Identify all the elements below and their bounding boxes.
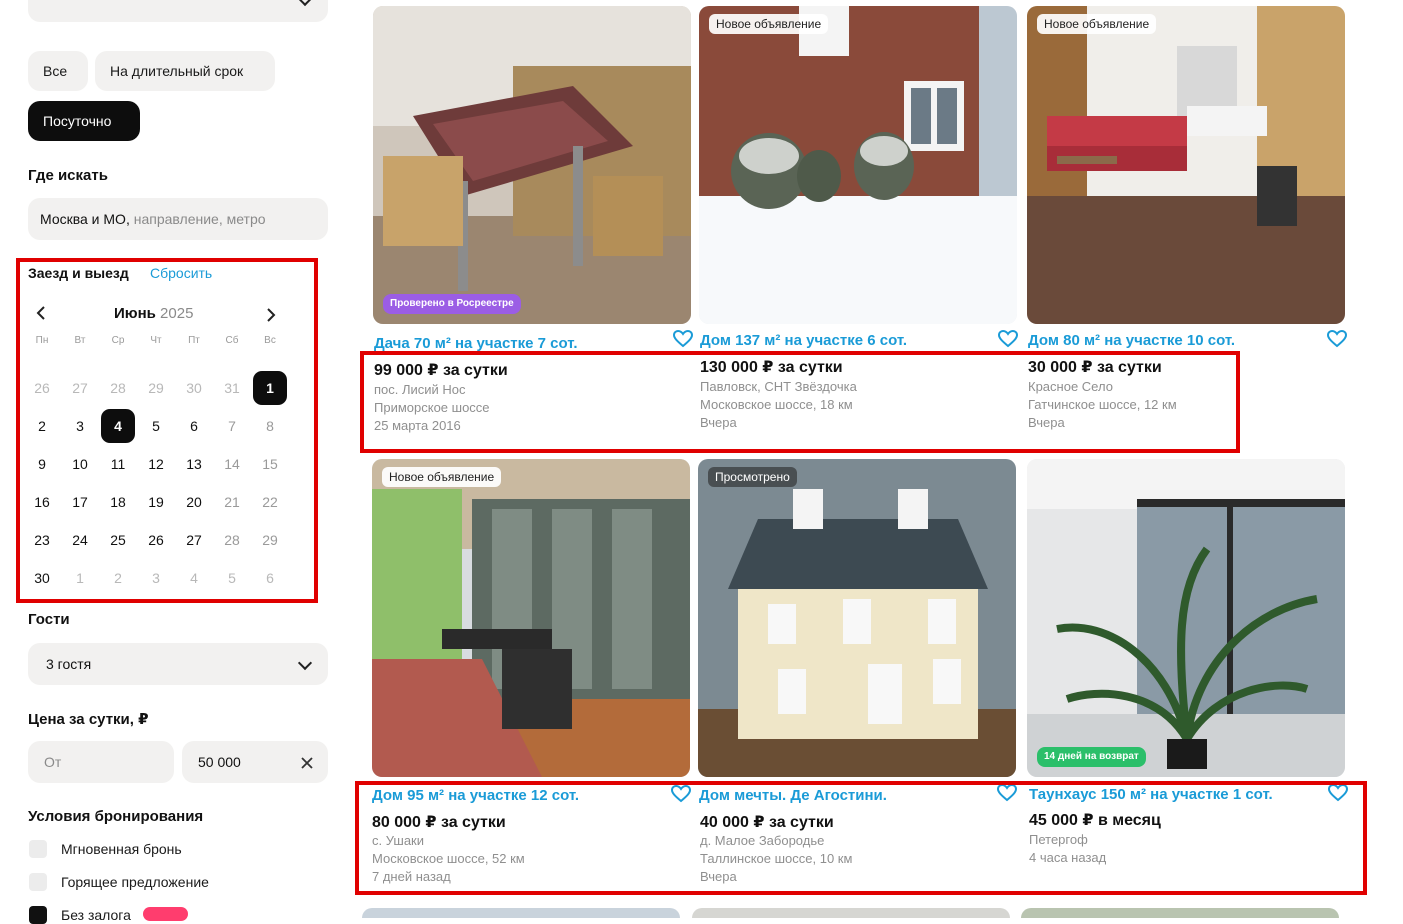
hot-offer-checkbox[interactable]	[29, 873, 47, 891]
price-title: Цена за сутки, ₽	[28, 711, 149, 728]
no-deposit-label: Без залога	[61, 907, 131, 923]
return-badge: 14 дней на возврат	[1037, 747, 1146, 767]
listing-image[interactable]: Новое объявление	[1027, 6, 1345, 324]
hot-offer-label: Горящее предложение	[61, 874, 209, 890]
highlight-row-1	[360, 351, 1240, 453]
new-listing-badge: Новое объявление	[709, 14, 829, 34]
location-value: Москва и МО,	[40, 211, 130, 227]
instant-booking-checkbox[interactable]	[29, 840, 47, 858]
listing-title[interactable]: Дача 70 м² на участке 7 сот.	[374, 335, 578, 352]
listing-image[interactable]: Проверено в Росреестре	[373, 6, 691, 324]
new-listing-badge: Новое объявление	[382, 467, 502, 487]
price-to-value: 50 000	[198, 754, 241, 770]
listing-image[interactable]	[1021, 908, 1339, 918]
listing-image[interactable]	[692, 908, 1010, 918]
verified-badge: Проверено в Росреестре	[383, 294, 521, 314]
clear-icon[interactable]	[301, 757, 313, 769]
heart-icon[interactable]	[1327, 330, 1347, 348]
guests-select[interactable]: 3 гостя	[28, 643, 328, 685]
deal-type-select[interactable]	[28, 0, 328, 22]
listing-title[interactable]: Дом 80 м² на участке 10 сот.	[1028, 332, 1235, 349]
listing-image[interactable]: Просмотрено	[698, 459, 1016, 777]
listing-image[interactable]: Новое объявление	[699, 6, 1017, 324]
listing-image[interactable]	[362, 908, 680, 918]
conditions-title: Условия бронирования	[28, 808, 204, 825]
chip-long-term[interactable]: На длительный срок	[95, 51, 275, 91]
no-deposit-checkbox[interactable]	[29, 906, 47, 924]
guests-value: 3 гостя	[46, 656, 92, 672]
new-listing-badge: Новое объявление	[1037, 14, 1157, 34]
listing-image[interactable]: 14 дней на возврат	[1027, 459, 1345, 777]
listing-image[interactable]: Новое объявление	[372, 459, 690, 777]
new-badge	[143, 907, 188, 921]
price-from-placeholder: От	[44, 754, 62, 770]
where-title: Где искать	[28, 167, 108, 184]
highlight-row-2	[355, 781, 1367, 895]
location-hint: направление, метро	[129, 211, 266, 227]
heart-icon[interactable]	[998, 330, 1018, 348]
location-input[interactable]: Москва и МО, направление, метро	[28, 198, 328, 240]
viewed-badge: Просмотрено	[708, 467, 797, 487]
listing-title[interactable]: Дом 137 м² на участке 6 сот.	[700, 332, 907, 349]
price-from-input[interactable]: От	[28, 741, 174, 783]
heart-icon[interactable]	[673, 330, 693, 348]
highlight-calendar	[16, 258, 318, 603]
chip-all[interactable]: Все	[28, 51, 88, 91]
instant-booking-label: Мгновенная бронь	[61, 841, 182, 857]
guests-title: Гости	[28, 611, 70, 628]
chip-daily[interactable]: Посуточно	[28, 101, 140, 141]
